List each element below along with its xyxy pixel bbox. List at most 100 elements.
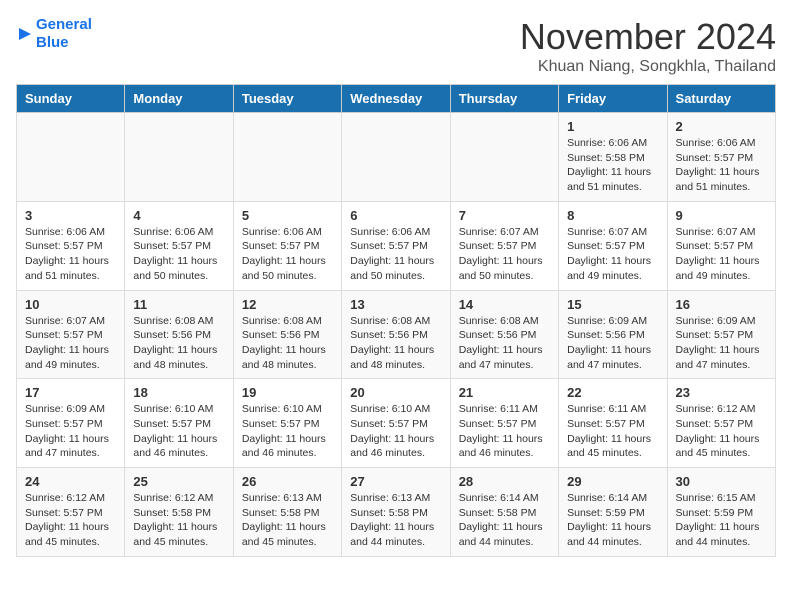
calendar-cell: 9 Sunrise: 6:07 AM Sunset: 5:57 PM Daylig… — [667, 201, 775, 290]
day-number: 21 — [459, 385, 550, 400]
logo-text: General Blue — [36, 16, 92, 52]
month-title: November 2024 — [520, 16, 776, 58]
week-row-4: 17Sunrise: 6:09 AM Sunset: 5:57 PM Dayli… — [17, 379, 776, 468]
calendar-cell: 17Sunrise: 6:09 AM Sunset: 5:57 PM Dayli… — [17, 379, 125, 468]
day-header-tuesday: Tuesday — [233, 85, 341, 113]
day-number: 6 — [350, 208, 441, 223]
day-info: Sunrise: 6:06 AM Sunset: 5:57 PM Dayligh… — [676, 136, 767, 195]
calendar-cell: 28 Sunrise: 6:14 AM Sunset: 5:58 PM Dayli… — [450, 468, 558, 557]
calendar-header-row: SundayMondayTuesdayWednesdayThursdayFrid… — [17, 85, 776, 113]
day-info: Sunrise: 6:07 AM Sunset: 5:57 PM Dayligh… — [25, 314, 116, 373]
day-number: 4 — [133, 208, 224, 223]
calendar-cell: 11 Sunrise: 6:08 AM Sunset: 5:56 PM Dayli… — [125, 290, 233, 379]
calendar-cell: 22Sunrise: 6:11 AM Sunset: 5:57 PM Dayli… — [559, 379, 667, 468]
day-info: Sunrise: 6:11 AM Sunset: 5:57 PM Dayligh… — [459, 402, 550, 461]
calendar-cell — [233, 113, 341, 202]
calendar-cell: 29Sunrise: 6:14 AM Sunset: 5:59 PM Dayli… — [559, 468, 667, 557]
calendar-cell: 1Sunrise: 6:06 AM Sunset: 5:58 PM Daylig… — [559, 113, 667, 202]
calendar-cell — [17, 113, 125, 202]
day-info: Sunrise: 6:10 AM Sunset: 5:57 PM Dayligh… — [242, 402, 333, 461]
day-number: 2 — [676, 119, 767, 134]
calendar-cell: 24 Sunrise: 6:12 AM Sunset: 5:57 PM Dayli… — [17, 468, 125, 557]
day-header-wednesday: Wednesday — [342, 85, 450, 113]
day-header-friday: Friday — [559, 85, 667, 113]
day-number: 23 — [676, 385, 767, 400]
calendar-cell: 30Sunrise: 6:15 AM Sunset: 5:59 PM Dayli… — [667, 468, 775, 557]
logo: General Blue — [16, 16, 92, 52]
logo-line2: Blue — [36, 34, 69, 51]
day-info: Sunrise: 6:13 AM Sunset: 5:58 PM Dayligh… — [242, 491, 333, 550]
week-row-1: 1Sunrise: 6:06 AM Sunset: 5:58 PM Daylig… — [17, 113, 776, 202]
calendar-cell: 21 Sunrise: 6:11 AM Sunset: 5:57 PM Dayli… — [450, 379, 558, 468]
day-info: Sunrise: 6:06 AM Sunset: 5:57 PM Dayligh… — [242, 225, 333, 284]
day-info: Sunrise: 6:09 AM Sunset: 5:57 PM Dayligh… — [676, 314, 767, 373]
day-info: Sunrise: 6:10 AM Sunset: 5:57 PM Dayligh… — [133, 402, 224, 461]
day-info: Sunrise: 6:08 AM Sunset: 5:56 PM Dayligh… — [459, 314, 550, 373]
calendar-body: 1Sunrise: 6:06 AM Sunset: 5:58 PM Daylig… — [17, 113, 776, 557]
day-info: Sunrise: 6:08 AM Sunset: 5:56 PM Dayligh… — [242, 314, 333, 373]
day-number: 27 — [350, 474, 441, 489]
calendar-cell: 2 Sunrise: 6:06 AM Sunset: 5:57 PM Daylig… — [667, 113, 775, 202]
day-number: 5 — [242, 208, 333, 223]
week-row-2: 3Sunrise: 6:06 AM Sunset: 5:57 PM Daylig… — [17, 201, 776, 290]
day-info: Sunrise: 6:08 AM Sunset: 5:56 PM Dayligh… — [133, 314, 224, 373]
calendar-cell: 27 Sunrise: 6:13 AM Sunset: 5:58 PM Dayli… — [342, 468, 450, 557]
day-info: Sunrise: 6:14 AM Sunset: 5:59 PM Dayligh… — [567, 491, 658, 550]
calendar-cell: 14 Sunrise: 6:08 AM Sunset: 5:56 PM Dayli… — [450, 290, 558, 379]
calendar-cell: 7Sunrise: 6:07 AM Sunset: 5:57 PM Daylig… — [450, 201, 558, 290]
calendar-cell: 5 Sunrise: 6:06 AM Sunset: 5:57 PM Daylig… — [233, 201, 341, 290]
page-header: General Blue November 2024 Khuan Niang, … — [16, 16, 776, 76]
day-info: Sunrise: 6:06 AM Sunset: 5:57 PM Dayligh… — [25, 225, 116, 284]
day-number: 30 — [676, 474, 767, 489]
day-number: 28 — [459, 474, 550, 489]
day-info: Sunrise: 6:14 AM Sunset: 5:58 PM Dayligh… — [459, 491, 550, 550]
calendar-cell — [125, 113, 233, 202]
calendar-cell: 19 Sunrise: 6:10 AM Sunset: 5:57 PM Dayli… — [233, 379, 341, 468]
calendar-cell: 13 Sunrise: 6:08 AM Sunset: 5:56 PM Dayli… — [342, 290, 450, 379]
week-row-3: 10Sunrise: 6:07 AM Sunset: 5:57 PM Dayli… — [17, 290, 776, 379]
day-info: Sunrise: 6:07 AM Sunset: 5:57 PM Dayligh… — [567, 225, 658, 284]
calendar-cell: 10Sunrise: 6:07 AM Sunset: 5:57 PM Dayli… — [17, 290, 125, 379]
calendar-cell — [450, 113, 558, 202]
day-number: 13 — [350, 297, 441, 312]
calendar-cell: 15 Sunrise: 6:09 AM Sunset: 5:56 PM Dayli… — [559, 290, 667, 379]
day-number: 25 — [133, 474, 224, 489]
calendar-cell: 25Sunrise: 6:12 AM Sunset: 5:58 PM Dayli… — [125, 468, 233, 557]
calendar-cell: 20 Sunrise: 6:10 AM Sunset: 5:57 PM Dayli… — [342, 379, 450, 468]
day-info: Sunrise: 6:06 AM Sunset: 5:57 PM Dayligh… — [350, 225, 441, 284]
day-info: Sunrise: 6:09 AM Sunset: 5:56 PM Dayligh… — [567, 314, 658, 373]
calendar-cell: 4 Sunrise: 6:06 AM Sunset: 5:57 PM Daylig… — [125, 201, 233, 290]
day-number: 22 — [567, 385, 658, 400]
day-number: 24 — [25, 474, 116, 489]
calendar-cell: 26 Sunrise: 6:13 AM Sunset: 5:58 PM Dayli… — [233, 468, 341, 557]
day-number: 19 — [242, 385, 333, 400]
day-header-monday: Monday — [125, 85, 233, 113]
day-info: Sunrise: 6:06 AM Sunset: 5:57 PM Dayligh… — [133, 225, 224, 284]
day-number: 11 — [133, 297, 224, 312]
day-number: 18 — [133, 385, 224, 400]
title-block: November 2024 Khuan Niang, Songkhla, Tha… — [520, 16, 776, 76]
day-number: 12 — [242, 297, 333, 312]
calendar-cell: 18 Sunrise: 6:10 AM Sunset: 5:57 PM Dayli… — [125, 379, 233, 468]
day-info: Sunrise: 6:07 AM Sunset: 5:57 PM Dayligh… — [676, 225, 767, 284]
day-info: Sunrise: 6:12 AM Sunset: 5:57 PM Dayligh… — [25, 491, 116, 550]
day-number: 1 — [567, 119, 658, 134]
day-info: Sunrise: 6:10 AM Sunset: 5:57 PM Dayligh… — [350, 402, 441, 461]
day-info: Sunrise: 6:09 AM Sunset: 5:57 PM Dayligh… — [25, 402, 116, 461]
week-row-5: 24 Sunrise: 6:12 AM Sunset: 5:57 PM Dayli… — [17, 468, 776, 557]
day-number: 20 — [350, 385, 441, 400]
calendar-cell: 16Sunrise: 6:09 AM Sunset: 5:57 PM Dayli… — [667, 290, 775, 379]
day-info: Sunrise: 6:13 AM Sunset: 5:58 PM Dayligh… — [350, 491, 441, 550]
calendar-cell: 8Sunrise: 6:07 AM Sunset: 5:57 PM Daylig… — [559, 201, 667, 290]
day-number: 14 — [459, 297, 550, 312]
calendar-table: SundayMondayTuesdayWednesdayThursdayFrid… — [16, 84, 776, 557]
day-header-saturday: Saturday — [667, 85, 775, 113]
location-title: Khuan Niang, Songkhla, Thailand — [520, 58, 776, 76]
day-info: Sunrise: 6:12 AM Sunset: 5:57 PM Dayligh… — [676, 402, 767, 461]
day-number: 15 — [567, 297, 658, 312]
day-number: 26 — [242, 474, 333, 489]
day-number: 7 — [459, 208, 550, 223]
calendar-cell: 3Sunrise: 6:06 AM Sunset: 5:57 PM Daylig… — [17, 201, 125, 290]
day-info: Sunrise: 6:08 AM Sunset: 5:56 PM Dayligh… — [350, 314, 441, 373]
day-number: 9 — [676, 208, 767, 223]
